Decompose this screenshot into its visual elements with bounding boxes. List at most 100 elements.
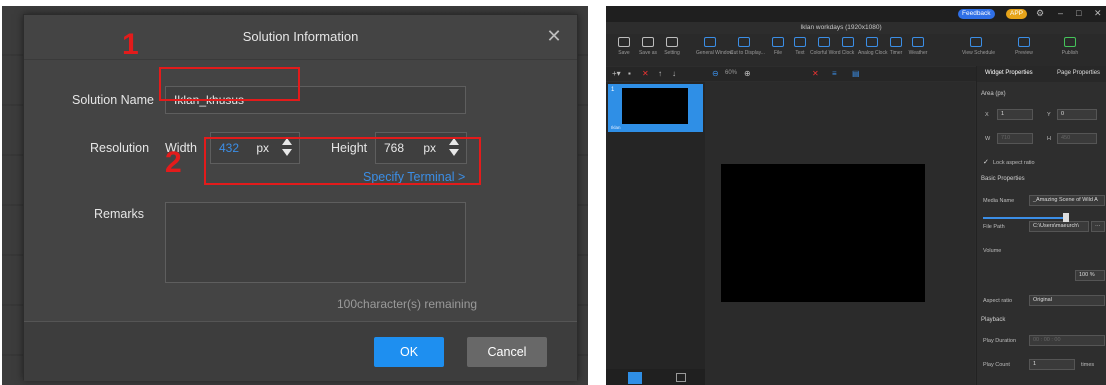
main-toolbar: Save Save as Setting General Window Cut … xyxy=(606,34,1106,66)
solution-name-label: Solution Name xyxy=(72,93,154,107)
app-button[interactable]: APP xyxy=(1006,9,1028,19)
x-input[interactable]: 1 xyxy=(997,109,1033,120)
page-preview xyxy=(622,88,688,124)
play-duration-label: Play Duration xyxy=(983,338,1017,344)
annotation-number-2: 2 xyxy=(165,146,182,179)
toolbar-label: General Window xyxy=(696,50,733,56)
file-path-input[interactable]: C:\Users\maeurch\ xyxy=(1029,221,1089,232)
weather-icon xyxy=(912,37,924,47)
dialog-title: Solution Information xyxy=(242,29,359,44)
send-icon xyxy=(1064,37,1076,47)
gear-icon xyxy=(666,37,678,47)
remarks-label: Remarks xyxy=(94,207,145,221)
play-count-unit: times xyxy=(1081,362,1095,368)
delete-widget-icon[interactable]: ✕ xyxy=(812,69,819,78)
screenshot-stage: Solution Information ✕ Solution Name Ikl… xyxy=(0,0,1106,385)
display-icon xyxy=(738,37,750,47)
editor-window: Feedback APP ⚙ – □ ✕ Iklan workdays (192… xyxy=(606,6,1106,385)
h-label: H xyxy=(1047,136,1051,142)
timer-icon xyxy=(890,37,902,47)
toolbar-label: Setting xyxy=(664,50,680,56)
toolbar-publish[interactable]: Publish xyxy=(1056,37,1084,56)
tab-widget-properties[interactable]: Widget Properties xyxy=(985,70,1033,76)
layer-icon[interactable]: ▤ xyxy=(852,69,860,78)
add-page-icon[interactable]: +▾ xyxy=(612,69,621,78)
toolbar-label: Cut to Display... xyxy=(730,50,765,56)
window-icon xyxy=(704,37,716,47)
gear-icon[interactable]: ⚙ xyxy=(1036,8,1044,19)
zoom-level: 60% xyxy=(725,70,738,76)
media-name-input[interactable]: _Amazing Scene of Wild A xyxy=(1029,195,1105,206)
close-icon[interactable]: ✕ xyxy=(1094,8,1102,19)
toolbar-setting[interactable]: Setting xyxy=(658,37,686,56)
close-icon[interactable]: ✕ xyxy=(545,27,563,45)
toolbar-label: Publish xyxy=(1061,50,1079,56)
maximize-icon[interactable]: □ xyxy=(1076,8,1081,18)
character-counter: 100character(s) remaining xyxy=(337,297,478,311)
move-down-icon[interactable]: ↓ xyxy=(672,69,676,78)
aspect-ratio-label: Aspect ratio xyxy=(983,298,1013,304)
properties-panel: Widget Properties Page Properties Area (… xyxy=(976,66,1106,385)
canvas-preview[interactable] xyxy=(721,164,925,302)
move-up-icon[interactable]: ↑ xyxy=(658,69,662,78)
checkbox-checked-icon[interactable]: ✓ xyxy=(983,159,991,167)
file-path-label: File Path xyxy=(983,224,1005,230)
cancel-button[interactable]: Cancel xyxy=(467,337,547,367)
save-as-icon xyxy=(642,37,654,47)
grid-view-icon[interactable] xyxy=(628,372,642,384)
dialog-footer: OK Cancel xyxy=(24,321,577,381)
calendar-icon xyxy=(970,37,982,47)
zoom-in-icon[interactable]: ⊕ xyxy=(744,69,751,78)
playback-section-title: Playback xyxy=(981,317,1006,323)
resolution-label: Resolution xyxy=(90,141,150,155)
eye-icon xyxy=(1018,37,1030,47)
w-input[interactable]: 710 xyxy=(997,133,1033,144)
save-icon xyxy=(618,37,630,47)
align-icon[interactable]: ≡ xyxy=(832,69,837,78)
y-label: Y xyxy=(1047,112,1051,118)
clock-icon xyxy=(842,37,854,47)
toolbar-weather[interactable]: Weather xyxy=(904,37,932,56)
list-view-icon[interactable] xyxy=(676,373,686,382)
play-count-label: Play Count xyxy=(983,362,1010,368)
zoom-out-icon[interactable]: ⊖ xyxy=(712,69,719,78)
toolbar-label: View Schedule xyxy=(962,50,995,56)
toolbar-cut-to-display[interactable]: Cut to Display... xyxy=(730,37,765,56)
tab-page-properties[interactable]: Page Properties xyxy=(1057,70,1100,76)
colorful-word-icon xyxy=(818,37,830,47)
volume-slider-track[interactable] xyxy=(983,217,1063,219)
page-list-footer xyxy=(606,369,705,385)
volume-label: Volume xyxy=(983,248,1002,254)
title-divider xyxy=(24,59,577,60)
annotation-box-1 xyxy=(159,67,300,101)
toolbar-preview[interactable]: Preview xyxy=(1010,37,1038,56)
aspect-ratio-select[interactable]: Original xyxy=(1029,295,1105,306)
text-icon xyxy=(794,37,806,47)
copy-page-icon[interactable]: ▪ xyxy=(628,69,631,78)
dialog-backdrop: Solution Information ✕ Solution Name Ikl… xyxy=(2,6,588,385)
minimize-icon[interactable]: – xyxy=(1058,8,1063,18)
page-thumbnail[interactable]: 1 Iklan xyxy=(608,84,703,132)
play-count-input[interactable]: 1 xyxy=(1029,359,1075,370)
toolbar-label: Weather xyxy=(908,50,928,56)
basic-section-title: Basic Properties xyxy=(981,176,1025,182)
properties-tabs: Widget Properties Page Properties xyxy=(977,66,1106,82)
toolbar-view-schedule[interactable]: View Schedule xyxy=(962,37,995,56)
play-duration-input[interactable]: 00 : 00 : 00 xyxy=(1029,335,1105,346)
ok-button[interactable]: OK xyxy=(374,337,444,367)
h-input[interactable]: 450 xyxy=(1057,133,1097,144)
delete-page-icon[interactable]: ✕ xyxy=(642,69,649,78)
remarks-textarea[interactable] xyxy=(165,202,466,283)
browse-button[interactable]: ··· xyxy=(1091,221,1105,232)
feedback-button[interactable]: Feedback xyxy=(958,9,995,19)
x-label: X xyxy=(985,112,989,118)
annotation-box-2 xyxy=(204,137,481,185)
w-label: W xyxy=(985,136,991,142)
volume-input[interactable]: 100 % xyxy=(1075,270,1105,281)
annotation-number-1: 1 xyxy=(122,28,139,61)
page-name: Iklan xyxy=(611,125,621,130)
y-input[interactable]: 0 xyxy=(1057,109,1097,120)
volume-slider-knob[interactable] xyxy=(1063,213,1069,222)
toolbar-general-window[interactable]: General Window xyxy=(696,37,733,56)
solution-information-dialog: Solution Information ✕ Solution Name Ikl… xyxy=(23,14,578,381)
